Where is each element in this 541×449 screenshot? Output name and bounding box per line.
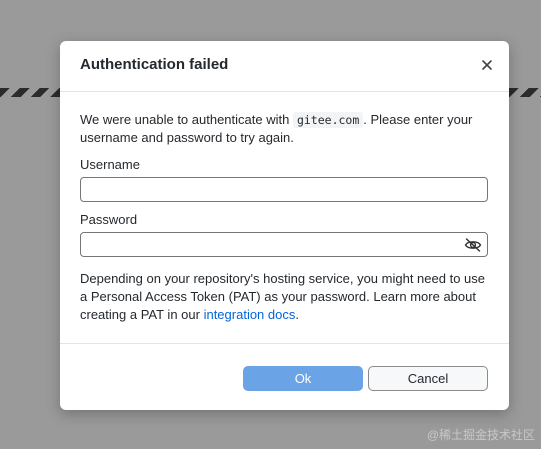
dialog-body: We were unable to authenticate with gite… — [80, 91, 489, 324]
background-stripes-right — [509, 88, 541, 97]
dialog-footer: Ok Cancel — [60, 343, 509, 411]
intro-text-start: We were unable to authenticate with — [80, 112, 293, 127]
intro-text: We were unable to authenticate with gite… — [80, 111, 489, 147]
close-icon — [482, 60, 492, 70]
username-label: Username — [80, 157, 140, 172]
dialog-header: Authentication failed — [60, 41, 509, 92]
auth-failed-dialog: Authentication failed We were unable to … — [60, 41, 509, 410]
ok-button[interactable]: Ok — [243, 366, 363, 391]
dialog-title: Authentication failed — [80, 56, 229, 73]
username-field-wrap — [80, 177, 488, 202]
background-stripes-left — [0, 88, 60, 97]
help-text-end: . — [295, 307, 299, 322]
username-input[interactable] — [80, 177, 488, 202]
help-text: Depending on your repository's hosting s… — [80, 270, 489, 324]
integration-docs-link[interactable]: integration docs — [204, 307, 296, 322]
password-input[interactable] — [80, 232, 488, 257]
close-button[interactable] — [477, 55, 497, 75]
eye-slash-icon — [464, 237, 482, 252]
password-field-wrap — [80, 232, 488, 257]
toggle-password-visibility-button[interactable] — [463, 235, 483, 254]
cancel-button[interactable]: Cancel — [368, 366, 488, 391]
watermark-text: @稀土掘金技术社区 — [426, 428, 535, 442]
password-label: Password — [80, 212, 138, 227]
host-code: gitee.com — [292, 112, 364, 128]
